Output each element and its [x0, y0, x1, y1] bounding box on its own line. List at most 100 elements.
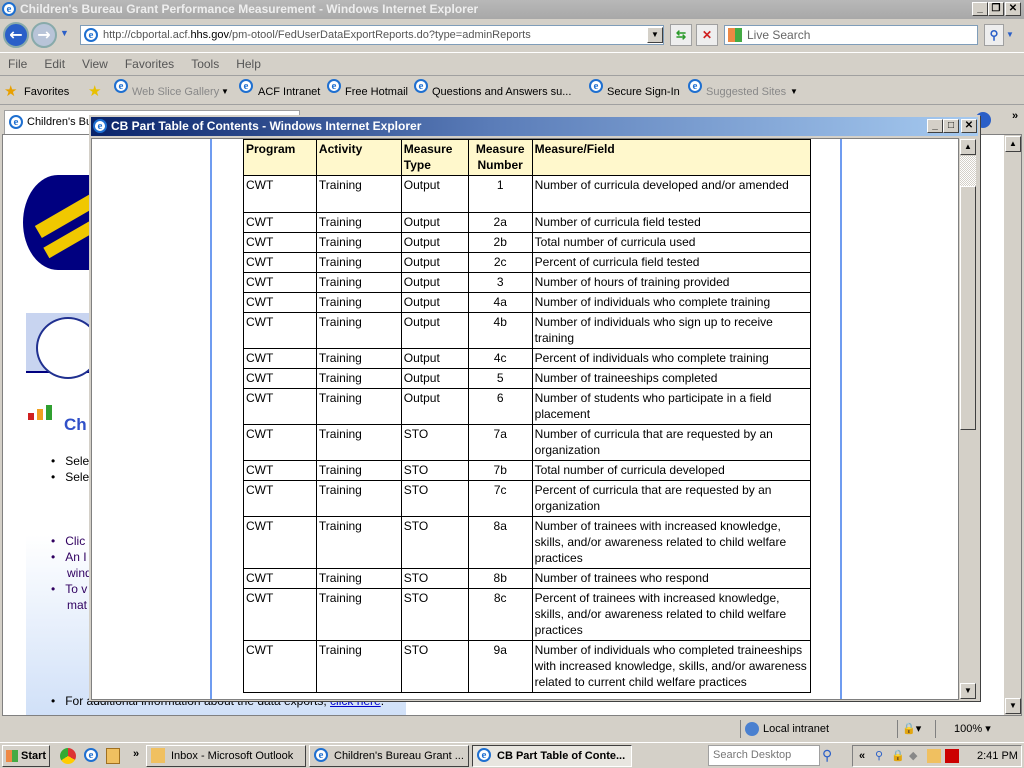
favorite-questions-answers[interactable]: Questions and Answers su... — [432, 79, 571, 105]
tray-search-icon[interactable]: ⚲ — [875, 746, 883, 766]
restore-button[interactable]: ❐ — [988, 2, 1004, 16]
windows-logo-icon — [6, 750, 18, 762]
history-dropdown-icon[interactable]: ▼ — [60, 28, 69, 38]
refresh-button[interactable]: ⇆ — [670, 24, 692, 46]
quicklaunch-more-icon[interactable]: » — [133, 748, 139, 760]
cell-activity: Training — [315, 480, 402, 517]
tray-network-icon[interactable]: ◆ — [909, 746, 917, 766]
menu-view[interactable]: View — [82, 57, 108, 71]
browser-title: Children's Bureau Grant Performance Meas… — [20, 2, 479, 16]
page-scrollbar[interactable]: ▲ ▼ — [1004, 135, 1021, 715]
scroll-down-arrow[interactable]: ▼ — [1005, 698, 1021, 714]
favorites-button[interactable]: Favorites — [24, 79, 69, 105]
scroll-down-arrow[interactable]: ▼ — [960, 683, 976, 699]
scroll-thumb[interactable] — [960, 186, 976, 430]
task-outlook[interactable]: Inbox - Microsoft Outlook — [146, 745, 306, 767]
popup-close-button[interactable]: ✕ — [961, 119, 977, 133]
cell-measure-field: Percent of curricula field tested — [531, 252, 812, 273]
close-button[interactable]: ✕ — [1005, 2, 1021, 16]
task-label: Children's Bureau Grant ... — [334, 750, 464, 762]
zoom-control[interactable]: 100% ▾ — [935, 720, 1005, 738]
chart-bars-icon — [26, 405, 56, 421]
add-favorite-icon[interactable]: ★ — [88, 79, 101, 105]
table-row: CWT Training Output 4a Number of individuals… — [243, 292, 812, 313]
popup-maximize-button[interactable]: □ — [943, 119, 959, 133]
popup-window: e CB Part Table of Contents - Windows In… — [89, 115, 980, 701]
search-input[interactable]: Live Search — [724, 25, 978, 45]
menu-edit[interactable]: Edit — [44, 57, 65, 71]
cell-program: CWT — [243, 272, 317, 293]
cell-measure-number: 8a — [467, 516, 533, 569]
cell-program: CWT — [243, 388, 317, 425]
menu-file[interactable]: File — [8, 57, 27, 71]
hhs-logo — [23, 175, 93, 270]
menu-favorites[interactable]: Favorites — [125, 57, 174, 71]
cell-measure-type: STO — [400, 588, 469, 641]
task-childrens-bureau[interactable]: e Children's Bureau Grant ... — [309, 745, 469, 767]
ie-quicklaunch-icon[interactable]: e — [84, 748, 98, 762]
more-tools-icon[interactable]: » — [1012, 110, 1018, 122]
table-row: CWT Training STO 7a Number of curricula that… — [243, 424, 812, 461]
menu-help[interactable]: Help — [236, 57, 261, 71]
url-suffix: /pm-otool/FedUserDataExportReports.do?ty… — [228, 29, 531, 41]
search-options-icon[interactable]: ▼ — [1006, 30, 1014, 39]
scroll-up-arrow[interactable]: ▲ — [1005, 136, 1021, 152]
cell-measure-field: Total number of curricula developed — [531, 460, 812, 481]
desktop-search-icon[interactable]: ⚲ — [822, 747, 832, 764]
menu-tools[interactable]: Tools — [191, 57, 219, 71]
back-button[interactable]: ← — [3, 22, 29, 48]
zoom-level: 100% — [954, 723, 983, 735]
scroll-up-arrow[interactable]: ▲ — [960, 139, 976, 155]
search-button[interactable]: ⚲ — [984, 24, 1004, 46]
cell-measure-number: 9a — [467, 640, 533, 693]
favorite-secure-sign-in[interactable]: Secure Sign-In — [607, 79, 680, 105]
cell-measure-field: Number of students who participate in a … — [531, 388, 812, 425]
popup-minimize-button[interactable]: _ — [927, 119, 943, 133]
cell-measure-field: Number of individuals who completed trai… — [531, 640, 812, 693]
cell-measure-type: STO — [400, 568, 469, 589]
cell-activity: Training — [315, 516, 402, 569]
cell-activity: Training — [315, 568, 402, 589]
favorite-acf-intranet[interactable]: ACF Intranet — [258, 79, 320, 105]
cell-measure-type: STO — [400, 516, 469, 569]
tray-lock-icon[interactable]: 🔒 — [891, 746, 905, 766]
cell-measure-field: Number of curricula developed and/or ame… — [531, 175, 812, 213]
table-row: CWT Training Output 2c Percent of curricula … — [243, 252, 812, 273]
cell-measure-number: 1 — [467, 175, 533, 213]
table-row: CWT Training Output 4c Percent of individual… — [243, 348, 812, 369]
header-program: Program — [243, 139, 317, 176]
hhs-banner — [26, 313, 100, 379]
protected-mode-icon[interactable]: 🔒▾ — [897, 720, 931, 738]
tab-label: Children's Bu — [27, 116, 93, 128]
tray-outlook-icon[interactable] — [927, 749, 941, 763]
minimize-button[interactable]: _ — [972, 2, 988, 16]
tray-expand-icon[interactable]: « — [859, 746, 865, 766]
cell-measure-number: 5 — [467, 368, 533, 389]
cell-activity: Training — [315, 312, 402, 349]
dropdown-icon[interactable]: ▼ — [790, 79, 798, 105]
chrome-icon[interactable] — [60, 748, 76, 764]
start-label: Start — [21, 750, 47, 762]
scroll-track[interactable] — [960, 156, 976, 186]
popup-scrollbar[interactable]: ▲ ▼ — [959, 138, 977, 700]
stop-button[interactable]: ✕ — [696, 24, 718, 46]
start-button[interactable]: Start — [2, 745, 50, 767]
favorite-suggested-sites[interactable]: Suggested Sites — [706, 79, 786, 105]
dropdown-icon[interactable]: ▼ — [221, 79, 229, 105]
table-row: CWT Training STO 7c Percent of curricula tha… — [243, 480, 812, 517]
address-dropdown[interactable]: ▼ — [647, 27, 663, 43]
cell-measure-field: Number of individuals who sign up to rec… — [531, 312, 812, 349]
outlook-quicklaunch-icon[interactable] — [106, 748, 120, 764]
task-cb-part-toc[interactable]: e CB Part Table of Conte... — [472, 745, 632, 767]
tray-adobe-icon[interactable] — [945, 749, 959, 763]
address-bar[interactable]: e http://cbportal.acf.hhs.gov/pm-otool/F… — [80, 25, 664, 45]
cell-activity: Training — [315, 368, 402, 389]
favorite-web-slice-gallery[interactable]: Web Slice Gallery — [132, 79, 219, 105]
desktop-search-input[interactable]: Search Desktop — [708, 745, 820, 766]
table-row: CWT Training STO 8c Percent of trainees with… — [243, 588, 812, 641]
forward-button[interactable]: → — [31, 22, 57, 48]
windows-logo-icon — [728, 28, 742, 42]
cell-program: CWT — [243, 175, 317, 213]
taskbar: Start e » Inbox - Microsoft Outlook e Chi… — [0, 742, 1024, 768]
favorite-free-hotmail[interactable]: Free Hotmail — [345, 79, 408, 105]
